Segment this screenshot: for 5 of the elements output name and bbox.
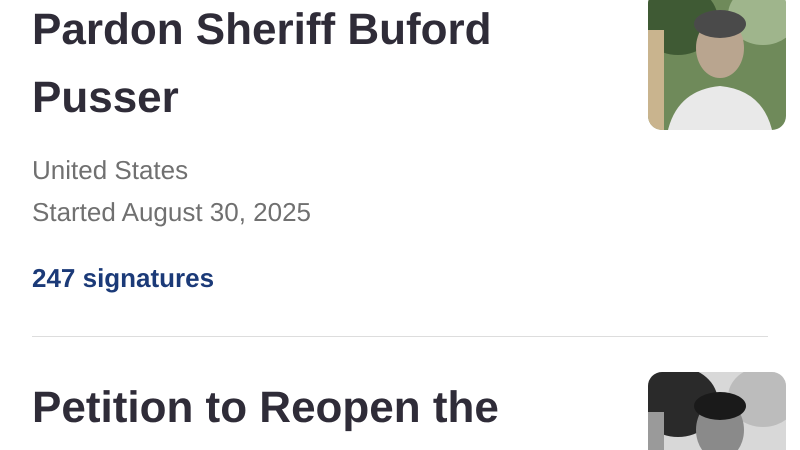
start-date-text: Started August 30, 2025 [32, 196, 312, 229]
petition-title[interactable]: Petition to Reopen the [32, 374, 592, 442]
signature-count: 247 signatures [32, 262, 216, 295]
petition-title[interactable]: Pardon Sheriff Buford Pusser [32, 0, 592, 132]
location-text: United States [32, 154, 190, 187]
